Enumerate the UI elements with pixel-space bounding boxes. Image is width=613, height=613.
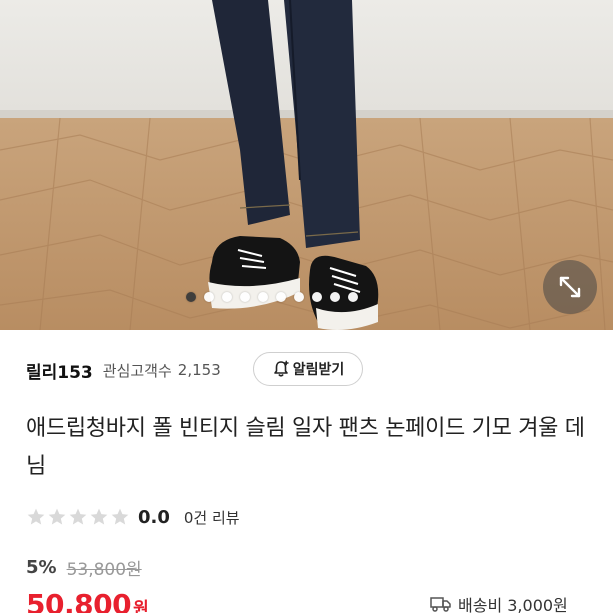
- shipping-fee: 배송비 3,000원: [430, 592, 568, 613]
- star-icon: [90, 508, 108, 525]
- carousel-dot[interactable]: [204, 292, 214, 302]
- delivery-truck-icon: [430, 597, 451, 612]
- price-info: 5% 53,800원: [26, 554, 142, 580]
- review-count[interactable]: 0건 리뷰: [184, 507, 240, 528]
- rating-stars: [26, 507, 130, 527]
- rating-value: 0.0: [138, 506, 170, 528]
- sale-price-row: 50,800 원: [26, 588, 149, 613]
- carousel-indicator: [186, 292, 358, 302]
- rating-summary[interactable]: 0.0 0건 리뷰: [26, 505, 240, 529]
- star-icon: [111, 508, 129, 525]
- carousel-dot[interactable]: [222, 292, 232, 302]
- carousel-dot[interactable]: [330, 292, 340, 302]
- product-image[interactable]: [0, 0, 613, 330]
- product-title: 애드립청바지 폴 빈티지 슬림 일자 팬츠 논페이드 기모 겨울 데님: [26, 416, 585, 479]
- seller-info: 릴리153 관심고객수 2,153: [26, 352, 221, 388]
- follower-count: 2,153: [177, 361, 221, 379]
- carousel-dot[interactable]: [258, 292, 268, 302]
- shipping-fee-text: 배송비 3,000원: [458, 596, 568, 613]
- expand-image-button[interactable]: [543, 260, 597, 314]
- star-icon: [69, 508, 87, 525]
- subscribe-alert-label: 알림받기: [292, 362, 345, 378]
- subscribe-alert-button[interactable]: 알림받기: [253, 352, 363, 386]
- carousel-dot[interactable]: [240, 292, 250, 302]
- original-price: 53,800원: [66, 559, 142, 580]
- carousel-dot[interactable]: [294, 292, 304, 302]
- sale-price: 50,800: [26, 588, 132, 613]
- product-photo: [0, 0, 613, 330]
- carousel-dot[interactable]: [186, 292, 196, 302]
- discount-rate: 5%: [26, 556, 57, 578]
- sale-price-unit: 원: [133, 599, 149, 613]
- star-icon: [48, 508, 66, 525]
- expand-arrows-icon: [559, 276, 581, 298]
- carousel-dot[interactable]: [348, 292, 358, 302]
- seller-name[interactable]: 릴리153: [26, 358, 93, 383]
- follower-label: 관심고객수: [102, 361, 172, 380]
- star-icon: [27, 508, 45, 525]
- carousel-dot[interactable]: [276, 292, 286, 302]
- bell-plus-icon: [273, 360, 289, 377]
- carousel-dot[interactable]: [312, 292, 322, 302]
